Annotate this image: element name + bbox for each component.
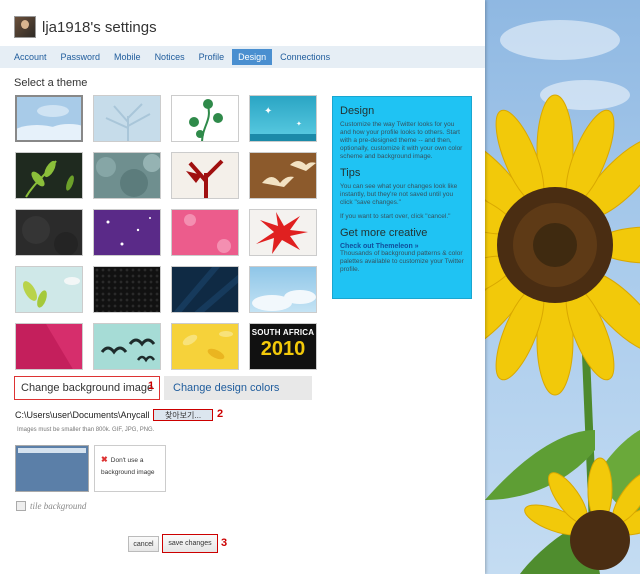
settings-panel: lja1918's settings Account Password Mobi… [0, 0, 485, 574]
tab-profile[interactable]: Profile [193, 49, 231, 65]
design-help-sidebar: Design Customize the way Twitter looks f… [332, 96, 472, 299]
tab-mobile[interactable]: Mobile [108, 49, 147, 65]
settings-header: lja1918's settings [14, 14, 157, 40]
theme-green-vines[interactable] [171, 95, 239, 142]
settings-tabs: Account Password Mobile Notices Profile … [0, 46, 485, 68]
save-changes-button[interactable]: save changes [162, 534, 218, 553]
cancel-button[interactable]: cancel [128, 536, 159, 552]
theme-dark-grunge[interactable] [15, 209, 83, 256]
theme-red-branch[interactable] [171, 152, 239, 199]
tips-text-1: You can see what your changes look like … [340, 183, 458, 206]
theme-south-africa[interactable]: SOUTH AFRICA 2010 [249, 323, 317, 370]
annotation-marker-3: 3 [221, 537, 228, 549]
theme-pink-flowers[interactable] [171, 209, 239, 256]
themeleon-link[interactable]: Check out Themeleon » [340, 243, 464, 250]
design-heading: Design [340, 105, 375, 117]
file-upload-row: C:\Users\user\Documents\Anycall P 찾아보기..… [15, 408, 213, 422]
theme-sky-clouds[interactable] [15, 95, 83, 142]
tile-background-row: tile background [16, 501, 86, 511]
avatar [14, 16, 36, 38]
theme-green-leaves-dark[interactable] [15, 152, 83, 199]
creative-heading: Get more creative [340, 227, 428, 239]
theme-teal-birds[interactable] [93, 323, 161, 370]
no-background-option[interactable]: ✖ Don't use a background image [94, 445, 166, 492]
annotation-marker-1: 1 [148, 380, 155, 392]
theme-cyan-stars[interactable]: ✦ ✦ [249, 95, 317, 142]
file-path-input[interactable]: C:\Users\user\Documents\Anycall P [15, 410, 151, 420]
creative-text: Thousands of background patterns & color… [340, 250, 464, 273]
theme-brown-birds[interactable] [249, 152, 317, 199]
page-title: lja1918's settings [42, 18, 157, 36]
tab-notices[interactable]: Notices [149, 49, 191, 65]
current-background-thumbnail[interactable] [15, 445, 89, 492]
svg-text:✦: ✦ [264, 106, 272, 117]
remove-icon: ✖ [101, 455, 108, 464]
theme-purple-stars[interactable] [93, 209, 161, 256]
tab-account[interactable]: Account [8, 49, 53, 65]
tips-text-2: If you want to start over, click "cancel… [340, 213, 451, 220]
theme-teal-foliage[interactable] [93, 152, 161, 199]
tile-background-checkbox[interactable] [16, 501, 26, 511]
section-title: Select a theme [14, 77, 88, 89]
change-background-image-tab[interactable]: Change background image [14, 376, 160, 400]
south-africa-line1: SOUTH AFRICA [251, 328, 315, 337]
tab-connections[interactable]: Connections [274, 49, 336, 65]
theme-blue-sky[interactable] [249, 266, 317, 313]
tile-background-label: tile background [30, 501, 87, 511]
theme-magenta-stripe[interactable] [15, 323, 83, 370]
theme-bare-tree[interactable] [93, 95, 161, 142]
design-option-tabs: Change background image Change design co… [14, 376, 312, 400]
theme-yellow-leaves[interactable] [171, 323, 239, 370]
theme-navy-rays[interactable] [171, 266, 239, 313]
theme-red-leaf[interactable] [249, 209, 317, 256]
annotation-marker-2: 2 [217, 408, 224, 420]
svg-text:✦: ✦ [296, 120, 302, 128]
change-design-colors-tab[interactable]: Change design colors [164, 376, 312, 400]
browse-button[interactable]: 찾아보기... [153, 409, 213, 421]
design-text: Customize the way Twitter looks for you … [340, 121, 463, 160]
theme-black-mesh[interactable] [93, 266, 161, 313]
tips-heading: Tips [340, 167, 361, 179]
upload-hint: Images must be smaller than 800k. GIF, J… [17, 427, 155, 433]
tab-design[interactable]: Design [232, 49, 273, 65]
south-africa-line2: 2010 [260, 338, 306, 360]
tab-password[interactable]: Password [55, 49, 107, 65]
theme-light-leaves[interactable] [15, 266, 83, 313]
no-background-label: Don't use a background image [101, 457, 155, 476]
